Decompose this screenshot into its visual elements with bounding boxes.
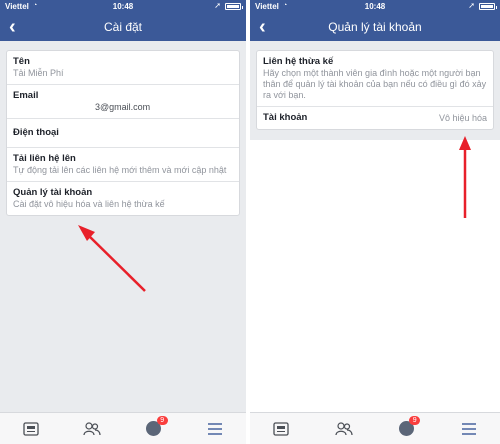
settings-screen: Viettel ◔ 10:48 ➚ ‹ Cài đặt Tên Tải Miễn…	[0, 0, 246, 444]
tab-menu[interactable]	[204, 420, 226, 438]
status-bar: Viettel ◔ 10:48 ➚	[250, 0, 500, 14]
menu-icon	[208, 422, 223, 435]
tab-friends[interactable]	[81, 420, 103, 438]
settings-item-value: Tự động tải lên các liên hệ mới thêm và …	[13, 165, 227, 175]
account-management-screen: Viettel ◔ 10:48 ➚ ‹ Quản lý tài khoản Li…	[250, 0, 500, 444]
battery-icon	[479, 3, 497, 10]
deactivate-link[interactable]: Vô hiệu hóa	[439, 113, 487, 123]
legacy-contact-item[interactable]: Liên hệ thừa kế Hãy chọn một thành viên …	[257, 51, 493, 107]
tab-notifications[interactable]: 9	[395, 415, 421, 438]
tab-bar: 9	[0, 412, 246, 444]
settings-item-label: Tải liên hệ lên	[13, 153, 76, 164]
news-feed-icon	[273, 421, 289, 436]
tab-menu[interactable]	[458, 420, 480, 438]
legacy-contact-label: Liên hệ thừa kế	[263, 56, 334, 67]
tab-friends[interactable]	[333, 420, 355, 438]
nav-bar: ‹ Cài đặt	[0, 14, 246, 41]
settings-item-value: 3@gmail.com	[95, 102, 151, 112]
blank-content-area	[250, 140, 500, 412]
page-title: Quản lý tài khoản	[328, 20, 422, 34]
settings-item-name[interactable]: Tên Tải Miễn Phí	[7, 51, 239, 85]
notification-badge: 9	[409, 415, 421, 425]
tab-news-feed[interactable]	[20, 420, 42, 438]
news-feed-icon	[23, 421, 39, 436]
account-settings-list: Liên hệ thừa kế Hãy chọn một thành viên …	[256, 50, 494, 130]
notification-badge: 9	[156, 415, 168, 425]
location-icon: ➚	[468, 1, 475, 10]
account-deactivate-item[interactable]: Tài khoản Vô hiệu hóa	[257, 107, 493, 129]
battery-icon	[225, 3, 243, 10]
tab-bar: 9	[250, 412, 500, 444]
clock: 10:48	[112, 2, 134, 11]
status-bar: Viettel ◔ 10:48 ➚	[0, 0, 246, 14]
settings-item-phone[interactable]: Điện thoại	[7, 119, 239, 148]
settings-item-label: Email	[13, 90, 39, 101]
friends-icon	[83, 421, 101, 435]
settings-item-email[interactable]: Email 3@gmail.com	[7, 85, 239, 119]
settings-item-value: Cài đặt vô hiệu hóa và liên hệ thừa kế	[13, 199, 165, 209]
menu-icon	[461, 422, 476, 435]
legacy-contact-description: Hãy chọn một thành viên gia đình hoặc mộ…	[263, 68, 487, 100]
tab-notifications[interactable]: 9	[143, 415, 168, 438]
nav-bar: ‹ Quản lý tài khoản	[250, 14, 500, 41]
settings-list: Tên Tải Miễn Phí Email 3@gmail.com Điện …	[6, 50, 240, 216]
settings-item-label: Tên	[13, 56, 30, 67]
settings-item-label: Điện thoại	[13, 127, 59, 138]
location-icon: ➚	[214, 1, 221, 10]
page-title: Cài đặt	[103, 20, 143, 34]
settings-item-label: Quản lý tài khoản	[13, 187, 93, 198]
friends-icon	[335, 421, 353, 435]
tab-news-feed[interactable]	[270, 420, 292, 438]
account-label: Tài khoản	[263, 112, 308, 123]
settings-item-account-management[interactable]: Quản lý tài khoản Cài đặt vô hiệu hóa và…	[7, 182, 239, 215]
settings-item-upload-contacts[interactable]: Tải liên hệ lên Tự động tải lên các liên…	[7, 148, 239, 182]
clock: 10:48	[364, 2, 386, 11]
settings-item-value: Tải Miễn Phí	[13, 68, 64, 78]
